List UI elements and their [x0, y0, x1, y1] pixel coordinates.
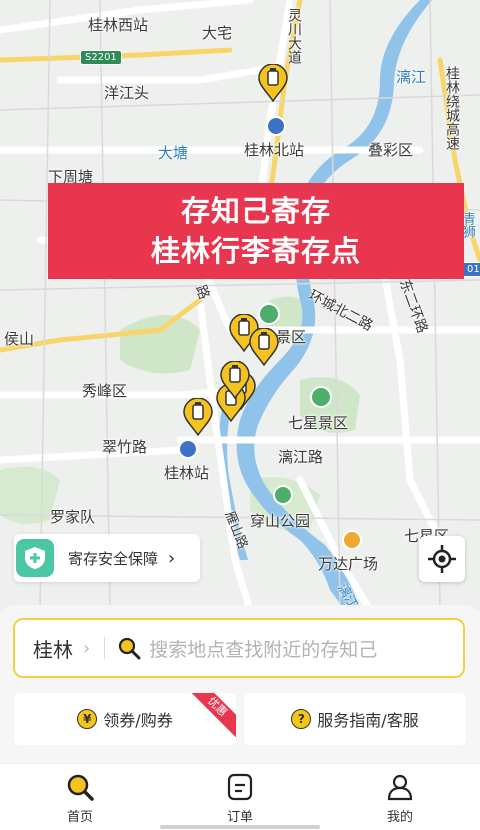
map-label-guilin-west-station: 桂林西站: [88, 16, 149, 34]
tab-home[interactable]: 首页: [0, 764, 160, 830]
storage-location-pin[interactable]: [258, 64, 288, 102]
service-guide-button[interactable]: ? 服务指南/客服: [244, 693, 466, 745]
discount-badge: 优惠: [186, 693, 236, 738]
yen-icon: ¥: [77, 709, 98, 729]
map-label-yangjiangtou: 洋江头: [104, 84, 150, 102]
shield-plus-icon: [16, 539, 54, 577]
train-station-icon: [178, 439, 198, 459]
coupon-button[interactable]: ¥ 领券/购券 优惠: [14, 693, 236, 745]
promo-banner: 存知己寄存 桂林行李寄存点: [48, 183, 464, 279]
crosshair-icon: [428, 545, 456, 573]
bottom-tab-bar: 首页 订单 我的: [0, 763, 480, 830]
home-indicator: [160, 825, 320, 829]
chevron-right-icon: ›: [83, 637, 91, 659]
search-input[interactable]: 搜索地点查找附近的存知己: [149, 635, 377, 662]
search-icon: [119, 637, 141, 660]
map-label-lijiang: 漓江: [396, 68, 427, 86]
road-shield-s2201: S2201: [80, 50, 122, 65]
map-label-guilin-station: 桂林站: [164, 464, 210, 482]
scenic-spot-icon: [310, 386, 332, 408]
map-label-guilin-north-station: 桂林北站: [244, 141, 305, 159]
road-shield-g01: 01: [462, 262, 480, 277]
city-selector[interactable]: 桂林: [33, 634, 73, 663]
tab-home-label: 首页: [66, 810, 93, 825]
map-view[interactable]: 桂林西站 大宅 灵川大道 漓江 桂林绕城高速 S2201 洋江头 大塘 桂林北站…: [0, 0, 480, 610]
tab-orders[interactable]: 订单: [160, 764, 320, 830]
storage-location-pin[interactable]: [183, 398, 213, 436]
user-icon: [387, 774, 413, 801]
locate-me-button[interactable]: [419, 536, 465, 582]
map-label-scenic-area: 景区: [276, 328, 307, 346]
map-label-luojiadui: 罗家队: [50, 508, 96, 526]
park-icon: [273, 485, 293, 505]
map-label-ring-highway: 桂林绕城高速: [444, 66, 460, 150]
scenic-spot-icon: [258, 303, 280, 325]
tab-profile[interactable]: 我的: [320, 764, 480, 830]
map-label-lijiang-road: 漓江路: [278, 448, 324, 466]
safety-guarantee-button[interactable]: 寄存安全保障 ›: [14, 534, 200, 582]
storage-location-pin[interactable]: [220, 361, 250, 399]
chevron-right-icon: ›: [168, 547, 176, 569]
map-label-diecai: 叠彩区: [368, 141, 414, 159]
train-station-icon: [266, 116, 286, 136]
service-guide-label: 服务指南/客服: [317, 711, 419, 730]
safety-guarantee-label: 寄存安全保障: [68, 549, 159, 568]
map-label-cuizhu-road: 翠竹路: [102, 438, 148, 456]
map-label-qixing-scenic: 七星景区: [288, 414, 349, 432]
map-label-wanda-plaza: 万达广场: [318, 555, 379, 573]
search-icon: [67, 774, 94, 801]
banner-title-line1: 存知己寄存: [180, 194, 331, 228]
search-bar[interactable]: 桂林 › 搜索地点查找附近的存知己: [13, 618, 465, 678]
coupon-label: 领券/购券: [103, 711, 173, 730]
map-label-houshan: 侯山: [4, 330, 35, 348]
order-icon: [227, 773, 253, 801]
banner-title-line2: 桂林行李寄存点: [150, 234, 361, 268]
map-label-dazhai: 大宅: [202, 24, 233, 42]
map-label-xiufeng: 秀峰区: [82, 382, 128, 400]
tab-profile-label: 我的: [386, 810, 413, 825]
map-label-lingchuan-avenue: 灵川大道: [286, 8, 302, 64]
tab-orders-label: 订单: [226, 810, 253, 825]
map-label-chuanshan-park: 穿山公园: [250, 512, 311, 530]
mall-icon: [342, 530, 362, 550]
map-label-datang: 大塘: [158, 144, 189, 162]
question-icon: ?: [291, 709, 312, 729]
divider: [104, 637, 106, 659]
storage-location-pin[interactable]: [249, 328, 279, 366]
